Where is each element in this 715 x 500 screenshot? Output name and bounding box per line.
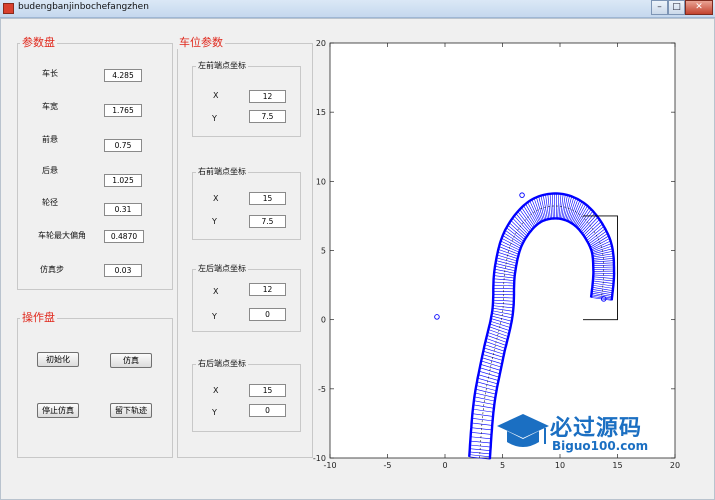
watermark-url-text: Biguo100.com	[552, 439, 649, 453]
front-right-x-input[interactable]: 15	[249, 192, 286, 205]
ops-panel-title: 操作盘	[20, 311, 57, 324]
y-tick-label: 15	[316, 108, 326, 117]
car-length-label: 车长	[42, 69, 58, 78]
rear-left-x-input[interactable]: 12	[249, 283, 286, 296]
watermark-main-text: 必过源码	[550, 416, 643, 441]
rear-left-y-input[interactable]: 0	[249, 308, 286, 321]
front-left-y-label: Y	[212, 114, 217, 123]
rear-left-x-label: X	[213, 287, 219, 296]
front-right-x-label: X	[213, 194, 219, 203]
graduation-cap-icon	[497, 414, 549, 447]
x-tick-label: -5	[384, 461, 392, 470]
matlab-figure-icon	[3, 3, 14, 14]
leave-trace-button[interactable]: 留下轨迹	[110, 403, 152, 418]
x-tick-label: 0	[442, 461, 447, 470]
rear-left-y-label: Y	[212, 312, 217, 321]
y-tick-label: -10	[313, 454, 326, 463]
params-panel-title: 参数盘	[20, 36, 57, 49]
slot-panel-title: 车位参数	[177, 36, 225, 49]
front-overhang-label: 前悬	[42, 135, 58, 144]
plot-canvas: -10 -5 0 5 10 15 20-10-505101520	[313, 39, 680, 470]
params-panel	[17, 43, 173, 290]
max-steer-angle-label: 车轮最大偏角	[38, 231, 86, 240]
y-tick-label: 0	[321, 316, 326, 325]
axes-frame	[329, 42, 676, 459]
y-tick-label: 10	[316, 177, 326, 186]
y-tick-label: 5	[321, 247, 326, 256]
x-tick-label: 5	[500, 461, 505, 470]
rear-right-x-label: X	[213, 386, 219, 395]
max-steer-angle-input[interactable]: 0.4870	[104, 230, 144, 243]
rear-right-corner-title: 右后端点坐标	[196, 359, 248, 369]
rear-left-corner-group	[192, 269, 301, 332]
rear-overhang-label: 后悬	[42, 166, 58, 175]
x-tick-label: 15	[612, 461, 622, 470]
car-width-label: 车宽	[42, 102, 58, 111]
front-right-corner-title: 右前端点坐标	[196, 167, 248, 177]
watermark: 必过源码 Biguo100.com	[495, 408, 680, 458]
sim-step-input[interactable]: 0.03	[104, 264, 142, 277]
sim-step-label: 仿真步	[40, 265, 64, 274]
rear-overhang-input[interactable]: 1.025	[104, 174, 142, 187]
ops-panel	[17, 318, 173, 458]
rear-right-y-input[interactable]: 0	[249, 404, 286, 417]
front-left-y-input[interactable]: 7.5	[249, 110, 286, 123]
rear-right-corner-group	[192, 364, 301, 432]
front-right-y-input[interactable]: 7.5	[249, 215, 286, 228]
front-overhang-input[interactable]: 0.75	[104, 139, 142, 152]
rear-right-y-label: Y	[212, 408, 217, 417]
maximize-button[interactable]: □	[668, 0, 685, 15]
y-tick-label: -5	[318, 385, 326, 394]
x-tick-label: 10	[555, 461, 565, 470]
front-left-x-input[interactable]: 12	[249, 90, 286, 103]
wheel-diameter-label: 轮径	[42, 198, 58, 207]
simulate-button[interactable]: 仿真	[110, 353, 152, 368]
window-titlebar: budengbanjinbochefangzhen – □ ✕	[0, 0, 715, 18]
car-length-input[interactable]: 4.285	[104, 69, 142, 82]
y-tick-label: 20	[316, 39, 326, 48]
car-width-input[interactable]: 1.765	[104, 104, 142, 117]
minimize-button[interactable]: –	[651, 0, 668, 15]
close-button[interactable]: ✕	[685, 0, 713, 15]
rear-right-x-input[interactable]: 15	[249, 384, 286, 397]
init-button[interactable]: 初始化	[37, 352, 79, 367]
wheel-diameter-input[interactable]: 0.31	[104, 203, 142, 216]
front-right-corner-group	[192, 172, 301, 240]
front-left-corner-title: 左前端点坐标	[196, 61, 248, 71]
rear-left-corner-title: 左后端点坐标	[196, 264, 248, 274]
x-tick-label: 20	[670, 461, 680, 470]
stop-simulation-button[interactable]: 停止仿真	[37, 403, 79, 418]
window-title: budengbanjinbochefangzhen	[18, 2, 149, 12]
front-right-y-label: Y	[212, 217, 217, 226]
front-left-x-label: X	[213, 91, 219, 100]
simulation-axes[interactable]: -10 -5 0 5 10 15 20 -10 -5 0 5 10 15 20	[313, 39, 680, 470]
